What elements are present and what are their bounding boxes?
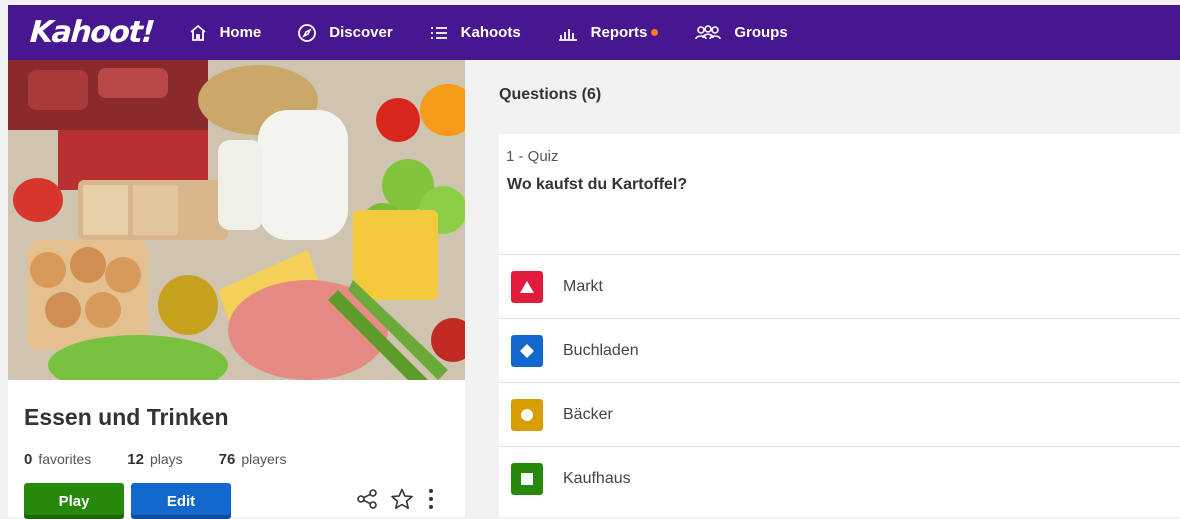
edit-button[interactable]: Edit <box>131 483 231 519</box>
top-navigation-bar: Kahoot! Home Discover Kahoots Reports Gr… <box>8 5 1180 60</box>
answer-text-4: Kaufhaus <box>563 469 631 487</box>
answer-text-3: Bäcker <box>563 405 613 423</box>
question-type: 1 - Quiz <box>506 148 559 165</box>
diamond-icon <box>511 334 543 367</box>
home-icon <box>190 24 206 41</box>
stat-players: 76 players <box>219 451 287 468</box>
question-card[interactable]: 1 - Quiz Wo kaufst du Kartoffel? Markt B… <box>499 134 1180 517</box>
notification-dot <box>651 29 659 36</box>
answer-option-2: Buchladen <box>499 318 1180 382</box>
questions-panel: Questions (6) 1 - Quiz Wo kaufst du Kart… <box>465 60 1180 517</box>
stat-favorites: 0 favorites <box>24 451 91 468</box>
questions-header: Questions (6) <box>499 86 602 103</box>
nav-discover-label: Discover <box>329 24 393 41</box>
nav-reports[interactable]: Reports <box>557 23 659 43</box>
answer-list: Markt Buchladen Bäcker Kaufhaus <box>499 254 1180 510</box>
kahoot-details-panel: Essen und Trinken 0 favorites 12 plays 76 p… <box>8 60 465 519</box>
people-icon <box>695 24 722 39</box>
stat-favorites-label: favorites <box>38 451 92 467</box>
nav-reports-label: Reports <box>590 24 648 41</box>
answer-option-1: Markt <box>499 254 1180 318</box>
answer-option-3: Bäcker <box>499 382 1180 446</box>
circle-icon <box>511 398 543 431</box>
answer-text-1: Markt <box>563 277 603 295</box>
triangle-icon <box>511 270 543 303</box>
stat-players-value: 76 <box>218 451 236 468</box>
nav-home-label: Home <box>219 24 262 41</box>
question-text: Wo kaufst du Kartoffel? <box>507 176 688 193</box>
main-nav: Home Discover Kahoots Reports Groups <box>188 5 824 60</box>
more-options-icon[interactable] <box>426 488 436 510</box>
kahoot-stats: 0 favorites 12 plays 76 players <box>24 451 322 468</box>
stat-plays-value: 12 <box>127 451 144 468</box>
kahoot-title: Essen und Trinken <box>24 404 229 430</box>
stat-players-label: players <box>241 451 287 467</box>
nav-home[interactable]: Home <box>188 23 262 43</box>
compass-icon <box>298 23 317 42</box>
stat-favorites-value: 0 <box>24 451 33 468</box>
stat-plays: 12 plays <box>127 451 182 468</box>
list-icon <box>430 26 447 39</box>
nav-discover[interactable]: Discover <box>297 23 393 43</box>
kahoot-cover-image <box>8 60 465 380</box>
nav-kahoots-label: Kahoots <box>460 24 521 41</box>
nav-kahoots[interactable]: Kahoots <box>429 23 521 43</box>
nav-groups-label: Groups <box>734 24 788 41</box>
kahoot-actions <box>356 488 448 510</box>
answer-text-2: Buchladen <box>563 341 639 359</box>
nav-groups[interactable]: Groups <box>694 23 788 43</box>
answer-option-4: Kaufhaus <box>499 446 1180 510</box>
kahoot-logo[interactable]: Kahoot! <box>29 15 155 50</box>
star-icon[interactable] <box>390 488 414 510</box>
play-button[interactable]: Play <box>24 483 124 519</box>
share-icon[interactable] <box>356 488 378 510</box>
square-icon <box>511 462 543 495</box>
bar-chart-icon <box>558 28 577 41</box>
stat-plays-label: plays <box>149 451 183 467</box>
